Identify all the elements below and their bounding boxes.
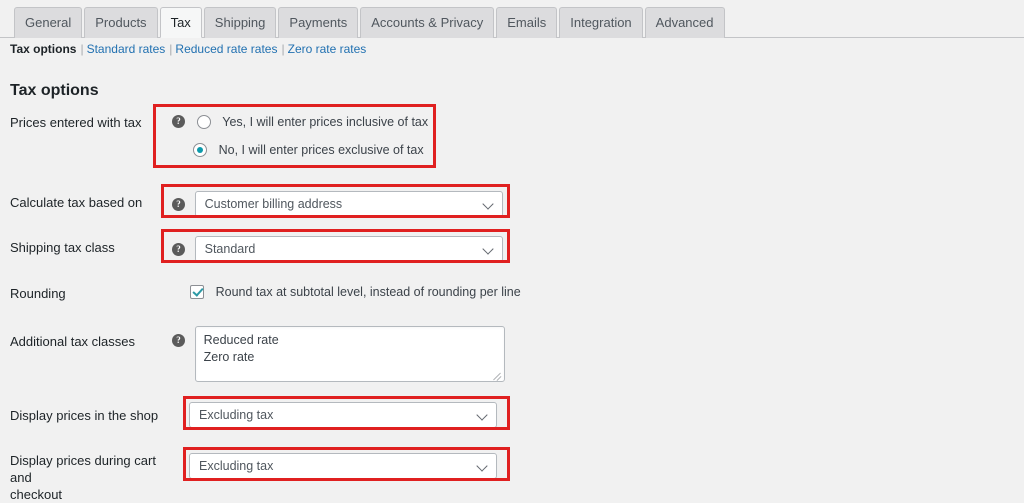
label-rounding: Rounding xyxy=(10,286,66,301)
field-display-prices-cart-checkout: Excluding tax xyxy=(189,453,497,479)
page-title: Tax options xyxy=(10,82,99,100)
additional-tax-classes-textarea[interactable]: Reduced rate Zero rate xyxy=(194,326,505,382)
subnav-tax-options[interactable]: Tax options xyxy=(10,42,76,56)
tab-accounts-privacy[interactable]: Accounts & Privacy xyxy=(360,7,495,38)
radio-inclusive-label: Yes, I will enter prices inclusive of ta… xyxy=(222,114,429,129)
tax-class-line-zero: Zero rate xyxy=(203,350,255,364)
tab-advanced[interactable]: Advanced xyxy=(644,7,725,38)
subnav-reduced-rate-rates[interactable]: Reduced rate rates xyxy=(175,42,277,56)
help-icon[interactable]: ? xyxy=(172,334,185,347)
tab-shipping[interactable]: Shipping xyxy=(203,7,277,38)
tab-emails[interactable]: Emails xyxy=(496,7,558,38)
label-prices-entered-with-tax: Prices entered with tax xyxy=(10,115,142,130)
radio-exclusive-input[interactable] xyxy=(193,143,207,158)
tax-subnav: Tax options | Standard rates | Reduced rate … xyxy=(10,41,366,57)
subnav-zero-rate-rates[interactable]: Zero rate rates xyxy=(288,42,367,56)
field-display-prices-shop: Excluding tax xyxy=(189,402,497,428)
label-additional-tax-classes: Additional tax classes xyxy=(10,334,136,349)
label-display-prices-cart-checkout: Display prices during cart and checkout xyxy=(10,452,180,503)
help-icon[interactable]: ? xyxy=(172,242,185,256)
subnav-separator: | xyxy=(80,42,84,56)
shipping-tax-class-value: Standard xyxy=(204,242,256,256)
tab-integration[interactable]: Integration xyxy=(559,7,643,38)
chevron-down-icon xyxy=(484,245,493,254)
rounding-checkbox-label: Round tax at subtotal level, instead of … xyxy=(215,284,521,299)
tab-payments[interactable]: Payments xyxy=(278,7,359,38)
settings-tab-bar: General Products Tax Shipping Payments Accoun… xyxy=(0,0,1024,38)
display-prices-shop-value: Excluding tax xyxy=(199,408,274,422)
chevron-down-icon xyxy=(478,411,487,420)
help-icon[interactable]: ? xyxy=(172,115,185,129)
field-shipping-tax-class: ? Standard xyxy=(172,236,503,262)
label-shipping-tax-class: Shipping tax class xyxy=(10,240,115,255)
tab-products[interactable]: Products xyxy=(84,7,158,38)
subnav-standard-rates[interactable]: Standard rates xyxy=(87,42,166,56)
tax-class-line-reduced: Reduced rate xyxy=(203,333,279,347)
resize-handle-icon[interactable] xyxy=(492,369,502,379)
chevron-down-icon xyxy=(484,200,493,209)
shipping-tax-class-select[interactable]: Standard xyxy=(194,236,503,262)
field-rounding[interactable]: Round tax at subtotal level, instead of … xyxy=(190,283,521,299)
field-additional-tax-classes: ? Reduced rate Zero rate xyxy=(172,326,505,382)
radio-inclusive-input[interactable] xyxy=(196,114,211,129)
label-display-prices-shop: Display prices in the shop xyxy=(10,408,159,423)
calculate-tax-based-on-select[interactable]: Customer billing address xyxy=(194,191,503,217)
label-line-2: checkout xyxy=(10,487,63,502)
tab-tax[interactable]: Tax xyxy=(159,7,202,38)
subnav-separator: | xyxy=(281,42,285,56)
display-prices-cart-checkout-value: Excluding tax xyxy=(199,459,274,473)
label-calculate-tax-based-on: Calculate tax based on xyxy=(10,195,143,210)
help-icon[interactable]: ? xyxy=(172,197,185,211)
radio-exclusive-label: No, I will enter prices exclusive of tax xyxy=(218,143,424,158)
field-calculate-tax-based-on: ? Customer billing address xyxy=(172,191,503,217)
radio-option-inclusive[interactable]: ? Yes, I will enter prices inclusive of … xyxy=(172,112,428,131)
chevron-down-icon xyxy=(478,462,487,471)
rounding-checkbox[interactable] xyxy=(190,284,204,299)
display-prices-cart-checkout-select[interactable]: Excluding tax xyxy=(189,453,497,479)
subnav-separator: | xyxy=(169,42,173,56)
calculate-tax-based-on-value: Customer billing address xyxy=(204,197,343,211)
field-prices-entered-with-tax: ? Yes, I will enter prices inclusive of … xyxy=(172,112,428,159)
label-line-1: Display prices during cart and xyxy=(10,453,156,485)
tab-general[interactable]: General xyxy=(14,7,83,38)
radio-option-exclusive[interactable]: No, I will enter prices exclusive of tax xyxy=(172,141,428,160)
display-prices-shop-select[interactable]: Excluding tax xyxy=(189,402,497,428)
